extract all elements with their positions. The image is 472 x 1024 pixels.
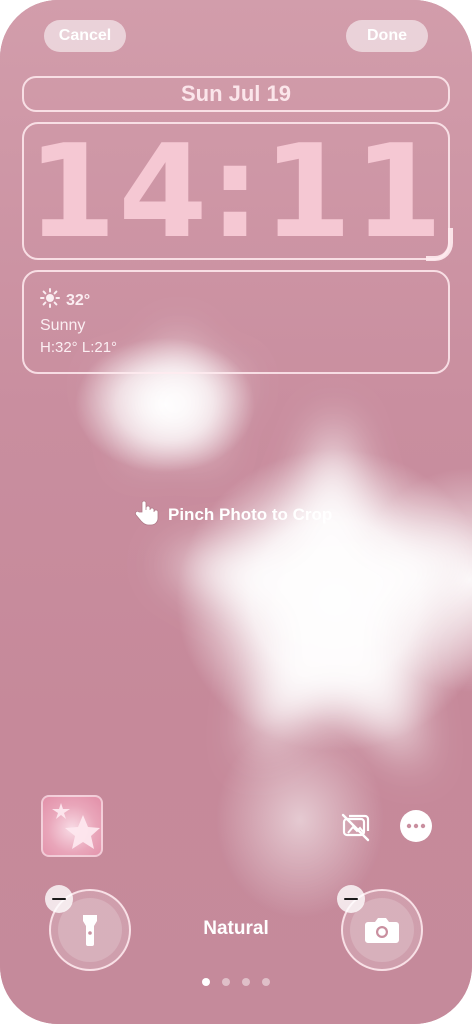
remove-camera-button[interactable] (337, 885, 365, 913)
pinch-hint: Pinch Photo to Crop (134, 498, 332, 531)
filter-name-label[interactable]: Natural (0, 918, 472, 940)
page-dot[interactable] (262, 978, 270, 986)
depth-effect-off-icon[interactable] (338, 810, 372, 844)
clock-widget[interactable]: 14:11 (22, 122, 450, 260)
weather-high-low: H:32° L:21° (40, 339, 118, 356)
thumbnail-stars-icon (52, 803, 100, 849)
date-widget[interactable]: Sun Jul 19 (22, 76, 450, 112)
page-indicator[interactable] (0, 978, 472, 986)
more-options-button[interactable] (400, 810, 432, 842)
page-dot-active[interactable] (202, 978, 210, 986)
date-label: Sun Jul 19 (180, 81, 292, 106)
sun-icon (40, 288, 60, 313)
ellipsis-icon (406, 823, 426, 829)
done-button[interactable]: Done (346, 20, 428, 52)
photo-thumbnail-button[interactable] (41, 795, 103, 857)
cancel-button[interactable]: Cancel (44, 20, 126, 52)
page-dot[interactable] (222, 978, 230, 986)
page-dot[interactable] (242, 978, 250, 986)
remove-flashlight-button[interactable] (45, 885, 73, 913)
phone-screen: Cancel Done Sun Jul 19 14:11 32° Sunny H… (0, 0, 472, 1024)
clock-time: 14:11 (27, 118, 445, 267)
weather-temperature: 32° (66, 291, 91, 309)
weather-condition: Sunny (40, 317, 86, 334)
pinch-hand-icon (134, 498, 160, 531)
weather-widget[interactable]: 32° Sunny H:32° L:21° (22, 270, 450, 374)
pinch-hint-text: Pinch Photo to Crop (168, 504, 333, 524)
